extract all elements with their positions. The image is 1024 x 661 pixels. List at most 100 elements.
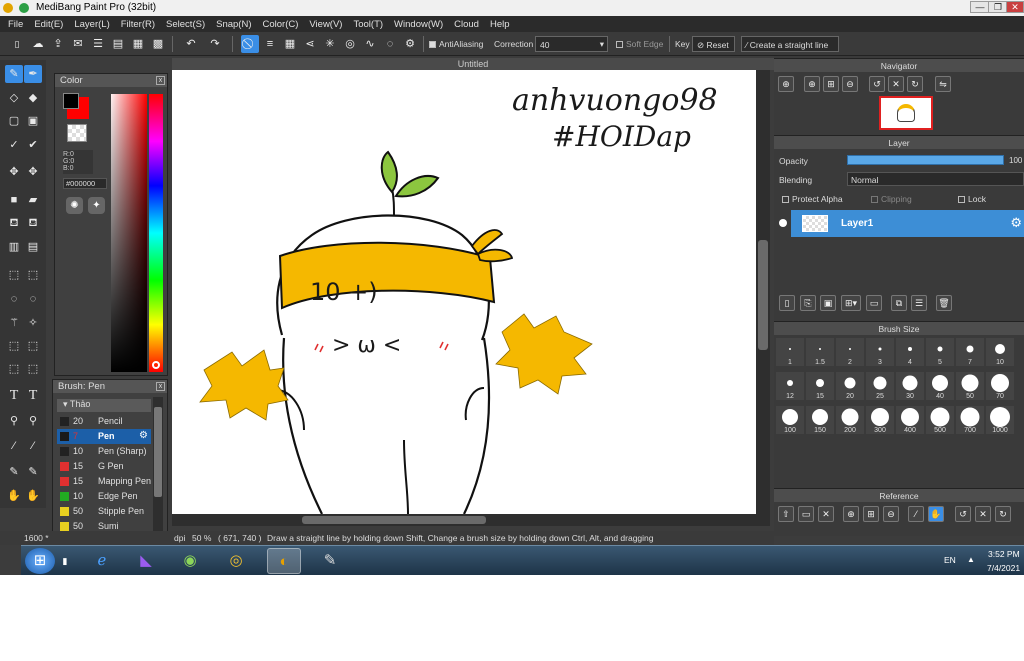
- curve-snap-icon[interactable]: ∿: [361, 35, 379, 53]
- dot-alt-tool-icon[interactable]: ▣: [24, 112, 42, 130]
- duplicate-layer-icon[interactable]: ▣: [820, 295, 836, 311]
- brush-item[interactable]: 10 Edge Pen: [57, 489, 151, 504]
- brush-size-option[interactable]: 500: [926, 406, 954, 434]
- share-icon[interactable]: ⇪: [49, 35, 67, 53]
- brush-settings-icon[interactable]: ⚙: [139, 430, 148, 441]
- brush-item[interactable]: 15 Mapping Pen: [57, 474, 151, 489]
- brush-size-option[interactable]: 1000: [986, 406, 1014, 434]
- soft-edge-checkbox[interactable]: Soft Edge: [616, 39, 663, 49]
- clipping-checkbox[interactable]: Clipping: [871, 194, 912, 204]
- operation-tool-icon[interactable]: ✥: [24, 163, 42, 181]
- select-alt-tool-icon[interactable]: ⬚: [24, 266, 42, 284]
- drawing-canvas[interactable]: anhvuongo98 #HOIDap 10 +) > ω <: [172, 70, 756, 514]
- page-icon[interactable]: ▤: [109, 35, 127, 53]
- reference-reset-icon[interactable]: ✕: [975, 506, 991, 522]
- brush-size-option[interactable]: 30: [896, 372, 924, 400]
- parallel-snap-icon[interactable]: ≡: [261, 35, 279, 53]
- brush-size-option[interactable]: 15: [806, 372, 834, 400]
- opacity-slider[interactable]: [847, 155, 1004, 165]
- close-button[interactable]: ✕: [1006, 1, 1024, 13]
- layer-settings-icon[interactable]: ⚙: [1010, 215, 1022, 231]
- divide-alt-tool-icon[interactable]: ⬚: [24, 360, 42, 378]
- brush-size-option[interactable]: 300: [866, 406, 894, 434]
- canvas-vertical-scrollbar[interactable]: [756, 70, 770, 526]
- brush-item[interactable]: 20 Pencil: [57, 414, 151, 429]
- brush-size-option[interactable]: 100: [776, 406, 804, 434]
- coccoc-icon[interactable]: ◉: [173, 548, 207, 574]
- rotate-right-icon[interactable]: ↻: [907, 76, 923, 92]
- fill-shape-icon[interactable]: ▰: [24, 191, 42, 209]
- close-icon[interactable]: x: [156, 76, 165, 85]
- bucket-tool-icon[interactable]: ⛾: [5, 214, 23, 232]
- lock-checkbox[interactable]: Lock: [958, 194, 986, 204]
- select-pen-icon[interactable]: ✓: [5, 136, 23, 154]
- redo-icon[interactable]: ↷: [206, 35, 224, 53]
- menu-tool[interactable]: Tool(T): [353, 19, 383, 30]
- grid-icon[interactable]: ▦: [129, 35, 147, 53]
- zoom-in-alt-icon[interactable]: ⊕: [804, 76, 820, 92]
- new-icon[interactable]: ▯: [8, 35, 26, 53]
- brush-size-option[interactable]: 20: [836, 372, 864, 400]
- brush-size-option[interactable]: 3: [866, 338, 894, 366]
- hand-tool-icon[interactable]: ✋: [5, 487, 23, 505]
- rotate-snap-icon[interactable]: ◌: [381, 35, 399, 53]
- close-icon[interactable]: x: [156, 382, 165, 391]
- radial-snap-icon[interactable]: ✳: [321, 35, 339, 53]
- brush-size-option[interactable]: 50: [956, 372, 984, 400]
- transparent-swatch[interactable]: [67, 124, 87, 142]
- fill-rect-icon[interactable]: ■: [5, 191, 23, 209]
- straight-line-button[interactable]: ⁄ Create a straight line: [741, 36, 839, 52]
- menu-file[interactable]: File: [8, 19, 23, 30]
- layer-visibility-icon[interactable]: [779, 219, 787, 227]
- menu-layer[interactable]: Layer(L): [74, 19, 109, 30]
- navigator-preview[interactable]: [879, 96, 933, 130]
- brush-size-option[interactable]: 1.5: [806, 338, 834, 366]
- brush-size-option[interactable]: 200: [836, 406, 864, 434]
- foreground-color-swatch[interactable]: [63, 93, 79, 109]
- brush-size-option[interactable]: 40: [926, 372, 954, 400]
- minimize-button[interactable]: —: [970, 1, 990, 13]
- brush-size-option[interactable]: 12: [776, 372, 804, 400]
- document-tab[interactable]: Untitled: [172, 58, 774, 70]
- brush-size-option[interactable]: 10: [986, 338, 1014, 366]
- start-button[interactable]: ⊞: [25, 548, 55, 574]
- brush-size-option[interactable]: 70: [986, 372, 1014, 400]
- undo-icon[interactable]: ↶: [182, 35, 200, 53]
- flip-icon[interactable]: ⇋: [935, 76, 951, 92]
- cloud-icon[interactable]: ☁: [29, 35, 47, 53]
- reference-zoom-in-icon[interactable]: ⊕: [843, 506, 859, 522]
- brush-item[interactable]: 50 Stipple Pen: [57, 504, 151, 519]
- clock-time[interactable]: 3:52 PM: [988, 549, 1020, 559]
- rotate-left-icon[interactable]: ↺: [869, 76, 885, 92]
- language-indicator[interactable]: EN: [944, 555, 956, 565]
- gradient-alt-tool-icon[interactable]: ▤: [24, 238, 42, 256]
- brush-size-option[interactable]: 150: [806, 406, 834, 434]
- vanishing-point-icon[interactable]: ⋖: [301, 35, 319, 53]
- menu-filter[interactable]: Filter(R): [121, 19, 155, 30]
- brush-size-option[interactable]: 25: [866, 372, 894, 400]
- canvas-horizontal-scrollbar[interactable]: [172, 514, 756, 526]
- merge-icon[interactable]: ⧉: [891, 295, 907, 311]
- copy-layer-icon[interactable]: ⎘: [800, 295, 816, 311]
- divide-tool-icon[interactable]: ⬚: [5, 360, 23, 378]
- gradient-tool-icon[interactable]: ▥: [5, 238, 23, 256]
- reference-eyedropper-icon[interactable]: ⁄: [908, 506, 924, 522]
- reset-button[interactable]: ⊘ Reset: [692, 36, 735, 52]
- eraser-alt-tool-icon[interactable]: ◆: [24, 89, 42, 107]
- visual-studio-icon[interactable]: ◣: [129, 548, 163, 574]
- snap-settings-icon[interactable]: ⚙: [401, 35, 419, 53]
- reference-rotate-left-icon[interactable]: ↺: [955, 506, 971, 522]
- select-eraser-icon[interactable]: ✔: [24, 136, 42, 154]
- brush-size-option[interactable]: 4: [896, 338, 924, 366]
- menu-edit[interactable]: Edit(E): [34, 19, 63, 30]
- rotate-reset-icon[interactable]: ✕: [888, 76, 904, 92]
- trash-icon[interactable]: 🗑: [936, 295, 952, 311]
- internet-explorer-icon[interactable]: ℯ: [85, 548, 119, 574]
- menu-window[interactable]: Window(W): [394, 19, 443, 30]
- cross-snap-icon[interactable]: ▦: [281, 35, 299, 53]
- bucket-alt-tool-icon[interactable]: ⛾: [24, 214, 42, 232]
- medibang-taskbar-icon[interactable]: ◐: [267, 548, 301, 574]
- folder-icon[interactable]: ▭: [866, 295, 882, 311]
- add-layer-menu-icon[interactable]: ⊞▾: [841, 295, 861, 311]
- fit-icon[interactable]: ⊞: [823, 76, 839, 92]
